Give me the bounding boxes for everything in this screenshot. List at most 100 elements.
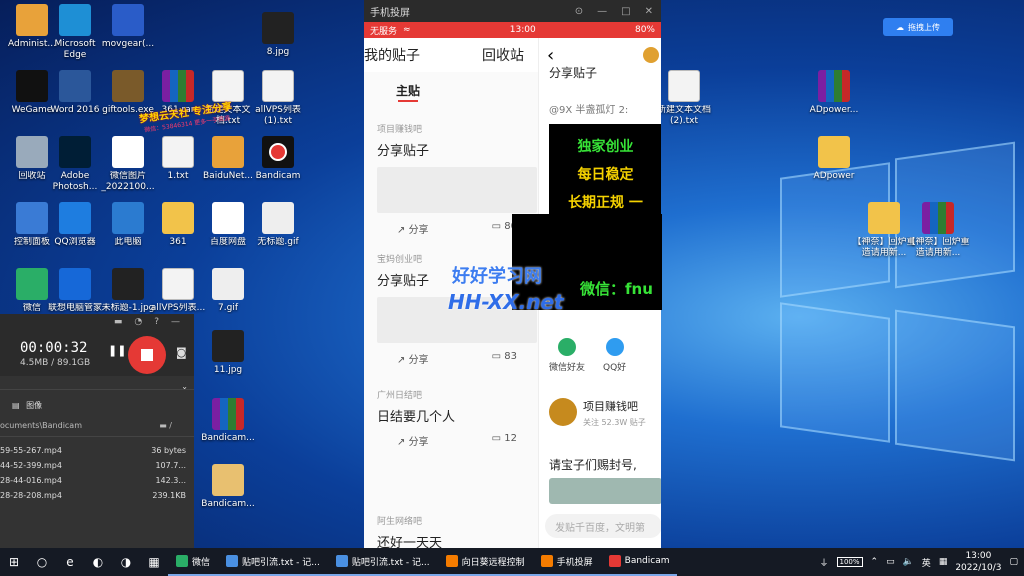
- maximize-icon[interactable]: □: [621, 6, 630, 17]
- bandicam-window[interactable]: ▬ ◔ ? — 00:00:32 4.5MB / 89.1GB ❚❚ ◙ ⌄ ▤…: [0, 314, 194, 548]
- share-icon: ↗: [397, 437, 409, 448]
- rar-icon: [162, 70, 194, 102]
- desktop-icon-label: Bandicam: [255, 171, 301, 181]
- taskbar-app-label: 微信: [192, 557, 211, 568]
- chevron-down-icon[interactable]: ⌄: [181, 382, 188, 391]
- taskbar-app[interactable]: Bandicam: [600, 548, 678, 576]
- network-icon[interactable]: ▭: [886, 557, 895, 567]
- stop-record-button[interactable]: [128, 336, 166, 374]
- reply-input[interactable]: 发贴千百度，文明第: [545, 514, 661, 538]
- minimize-icon[interactable]: —: [171, 317, 180, 330]
- avatar[interactable]: [643, 47, 659, 63]
- speaker-icon[interactable]: 🔈: [903, 557, 914, 567]
- notification-icon[interactable]: ▢: [1009, 557, 1018, 567]
- input-mode-icon[interactable]: ▦: [939, 557, 948, 567]
- desktop-icon-label: 【神奈】回炉重造请用新...: [906, 237, 970, 258]
- image-folder[interactable]: ▤ 图像: [0, 390, 194, 411]
- gif-file-icon: [262, 202, 294, 234]
- network-tool-icon[interactable]: ▦: [140, 548, 168, 576]
- desktop-icon[interactable]: 【神奈】回炉重造请用新...: [906, 202, 970, 259]
- file-name: 28-28-208.mp4: [0, 491, 62, 500]
- taskbar-app[interactable]: 微信: [168, 548, 219, 576]
- post-card[interactable]: 阿生网络吧还好一天天↗ 分享▭ 回复: [377, 514, 537, 548]
- desktop-icon[interactable]: 无标题.gif: [246, 202, 310, 248]
- edge-icon[interactable]: ◐: [84, 548, 112, 576]
- list-top-bar: ⌄: [0, 376, 194, 391]
- post-source: 广州日结吧: [377, 391, 423, 401]
- share-button[interactable]: ↗ 分享: [397, 433, 429, 448]
- share-button[interactable]: ↗ 分享: [397, 351, 429, 366]
- file-row[interactable]: 59-55-267.mp4 36 bytes: [0, 443, 194, 458]
- comment-button[interactable]: ▭ 12: [492, 433, 517, 448]
- qq-browser-icon[interactable]: ◑: [112, 548, 140, 576]
- ie-icon[interactable]: e: [56, 548, 84, 576]
- timer-icon[interactable]: ◔: [134, 317, 142, 330]
- promo-line-3: 长期正规 一: [568, 195, 643, 211]
- desktop-icon[interactable]: 11.jpg: [196, 330, 260, 376]
- desktop-icon[interactable]: ADpower: [802, 136, 866, 182]
- desktop-icon[interactable]: Bandicam...: [196, 398, 260, 444]
- desktop-icon[interactable]: 新建文本文档(2).txt: [652, 70, 716, 127]
- taskbar-app[interactable]: 向日葵远程控制: [437, 548, 533, 576]
- desktop-icon[interactable]: Bandicam: [246, 136, 310, 182]
- file-size: 142.3...: [155, 476, 186, 485]
- desktop-icon-label: ADpower...: [809, 105, 859, 115]
- share-wechat[interactable]: 微信好友: [549, 338, 585, 373]
- app-icon: [226, 555, 239, 567]
- share-label: 分享: [408, 437, 429, 448]
- post-card[interactable]: 广州日结吧 日结要几个人 ↗ 分享 ▭ 12: [377, 388, 537, 448]
- taskbar-app[interactable]: 贴吧引流.txt - 记...: [327, 548, 438, 576]
- desktop-icon[interactable]: 8.jpg: [246, 12, 310, 58]
- file-row[interactable]: 28-28-208.mp4 239.1KB: [0, 488, 194, 503]
- upload-button[interactable]: ☁ 拖拽上传: [883, 18, 953, 36]
- taskbar-app[interactable]: 手机投屏: [532, 548, 601, 576]
- share-button[interactable]: ↗ 分享: [397, 221, 429, 236]
- desktop-icon[interactable]: Bandicam...: [196, 464, 260, 510]
- share-targets: 微信好友 QQ好: [549, 338, 626, 373]
- desktop-icon[interactable]: ADpower...: [802, 70, 866, 116]
- bar-avatar: [549, 398, 577, 426]
- wechat-icon: [558, 338, 576, 356]
- pin-icon[interactable]: ⊙: [575, 6, 583, 17]
- image-file-icon: [212, 330, 244, 362]
- help-icon[interactable]: ?: [154, 317, 159, 330]
- screenshot-button[interactable]: ◙: [176, 346, 187, 359]
- close-icon[interactable]: ✕: [645, 6, 653, 17]
- comment-icon: ▭: [491, 433, 505, 444]
- windows-start-icon[interactable]: ⊞: [0, 548, 28, 576]
- image-icon: ▤: [12, 401, 20, 410]
- open-folder-icon[interactable]: ▬ /: [159, 421, 172, 430]
- taskbar-app[interactable]: 贴吧引流.txt - 记...: [218, 548, 328, 576]
- path-bar[interactable]: ocuments\Bandicam ▬ /: [0, 411, 194, 437]
- bandicam-toolbar: ▬ ◔ ? —: [0, 314, 194, 330]
- pause-button[interactable]: ❚❚: [108, 344, 126, 357]
- share-icon: ↗: [397, 225, 409, 236]
- share-qq[interactable]: QQ好: [603, 338, 626, 373]
- taskbar-clock[interactable]: 13:00 2022/10/3: [955, 550, 1001, 574]
- ime-indicator[interactable]: 英: [922, 556, 931, 569]
- tab-main-posts[interactable]: 主贴: [396, 82, 420, 99]
- chevron-up-icon[interactable]: ⌃: [871, 557, 879, 567]
- file-row[interactable]: 28-44-016.mp4 142.3...: [0, 473, 194, 488]
- file-size: 239.1KB: [152, 491, 186, 500]
- file-row[interactable]: 44-52-399.mp4 107.7...: [0, 458, 194, 473]
- folder-icon[interactable]: ▬: [114, 317, 123, 330]
- minimize-icon[interactable]: —: [597, 6, 607, 17]
- window-titlebar[interactable]: 手机投屏 ⊙ — □ ✕: [364, 0, 661, 22]
- desktop-icon[interactable]: 7.gif: [196, 268, 260, 314]
- desktop-icon-label: 新建文本文档(2).txt: [656, 105, 711, 126]
- desktop-icon[interactable]: movgear(...: [96, 4, 160, 50]
- bar-info[interactable]: 项目赚钱吧 关注 52.3W 贴子: [549, 398, 646, 428]
- desktop-icon[interactable]: allVPS列表(1).txt: [246, 70, 310, 127]
- comment-button[interactable]: ▭ 83: [492, 351, 517, 366]
- promo-contact: 微信：fnu: [580, 280, 653, 298]
- battery-indicator[interactable]: 100%: [836, 557, 863, 567]
- search-icon[interactable]: ○: [28, 548, 56, 576]
- back-icon[interactable]: ‹: [547, 45, 554, 66]
- recycle-link[interactable]: 回收站: [482, 45, 524, 65]
- bandicam-file-list: ⌄ ▤ 图像 ocuments\Bandicam ▬ / 59-55-267.m…: [0, 376, 194, 548]
- plug-icon[interactable]: ⏚: [819, 556, 828, 569]
- app-icon: [445, 555, 458, 567]
- rar-icon: [922, 202, 954, 234]
- reply-placeholder: 发贴千百度，文明第: [555, 522, 645, 534]
